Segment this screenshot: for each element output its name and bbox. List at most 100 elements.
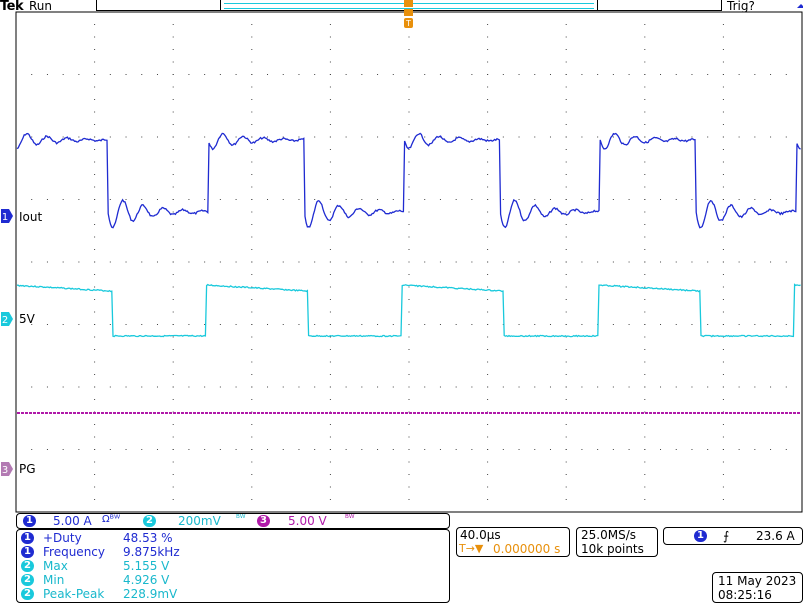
grid-dot [487,286,489,288]
grid-dot [408,499,410,500]
grid-dot [94,349,96,350]
grid-dot [518,261,520,263]
grid-dot [549,261,551,263]
grid-dot [597,449,599,450]
grid-dot [722,199,724,200]
grid-dot [46,74,48,75]
grid-dot [644,211,646,213]
grid-dot [707,74,709,75]
ch1-ground-marker[interactable]: 1 [0,208,14,224]
grid-dot [62,449,64,450]
grid-dot [408,399,410,400]
grid-dot [31,74,33,75]
grid-dot [549,324,551,325]
grid-dot [597,136,599,138]
grid-dot [612,386,614,388]
grid-dot [722,111,724,113]
grid-dot [204,74,206,75]
grid-dot [251,161,253,163]
grid-dot [722,474,724,475]
grid-dot [219,386,221,388]
grid-dot [62,199,64,200]
trigger-position: 0.000000 s [493,542,561,556]
grid-dot [439,324,441,325]
grid-dot [408,136,410,138]
grid-dot [94,499,96,500]
sample-rate: 25.0MS/s [581,528,636,542]
grid-dot [487,61,489,63]
grid-dot [738,74,740,75]
grid-dot [251,211,253,213]
grid-dot [549,449,551,450]
grid-dot [78,386,80,388]
grid-dot [251,261,253,263]
grid-dot [502,449,504,450]
grid-dot [597,261,599,263]
acquisition-panel[interactable]: 25.0MS/s 10k points [576,527,658,557]
grid-dot [487,136,489,138]
grid-dot [251,424,253,425]
grid-dot [502,136,504,138]
grid-dot [204,386,206,388]
grid-dot [565,211,567,213]
vertical-scale-bar[interactable]: 1 5.00 A Ωᴮᵂ 2 200mV ᴮᵂ 3 5.00 V ᴮᵂ [16,513,450,529]
grid-dot [329,74,331,75]
grid-dot [644,24,646,25]
grid-dot [329,361,331,363]
ch3-ground-marker[interactable]: 3 [0,461,14,477]
grid-dot [78,136,80,138]
grid-dot [785,261,787,263]
grid-dot [565,274,567,275]
measurements-panel[interactable]: 1 +Duty 48.53 % 1 Frequency 9.875kHz 2 M… [16,529,450,603]
grid-dot [408,299,410,300]
grid-dot [329,49,331,50]
grid-dot [408,124,410,125]
grid-dot [204,199,206,200]
grid-dot [487,111,489,113]
grid-dot [251,399,253,400]
trigger-level-arrow [797,4,803,8]
ch1-badge: 1 [23,515,36,527]
grid-dot [408,286,410,288]
grid-dot [487,86,489,88]
grid-dot [722,324,724,325]
grid-dot [172,436,174,438]
grid-dot [770,449,772,450]
svg-text:1: 1 [2,212,8,223]
measurement-name: Frequency [43,545,105,559]
grid-dot [156,386,158,388]
grid-dot [707,261,709,263]
timebase-panel[interactable]: 40.0µs T→▼ 0.000000 s [456,527,570,557]
grid-dot [141,136,143,138]
grid-dot [644,399,646,400]
grid-dot [172,149,174,150]
grid-dot [644,86,646,88]
trigger-panel[interactable]: 1 ⨍ 23.6 A [663,527,803,545]
grid-dot [565,486,567,488]
grid-dot [487,149,489,150]
grid-dot [392,324,394,325]
ch2-ground-marker[interactable]: 2 [0,311,14,327]
grid-dot [156,449,158,450]
grid-dot [392,199,394,200]
grid-dot [722,361,724,363]
svg-text:2: 2 [2,315,8,326]
grid-dot [172,186,174,188]
grid-dot [392,261,394,263]
grid-dot [235,199,237,200]
grid-dot [46,199,48,200]
grid-dot [172,474,174,475]
time: 08:25:16 [718,588,772,602]
measurement-name: Peak-Peak [43,587,105,601]
grid-dot [62,324,64,325]
grid-dot [675,199,677,200]
grid-dot [581,136,583,138]
grid-dot [487,236,489,238]
grid-dot [644,499,646,500]
grid-dot [785,324,787,325]
grid-dot [329,436,331,438]
rising-edge-icon: ⨍ [723,529,730,543]
grid-dot [644,36,646,38]
grid-dot [188,449,190,450]
ch1-coupling-icon: Ωᴮᵂ [102,514,121,525]
